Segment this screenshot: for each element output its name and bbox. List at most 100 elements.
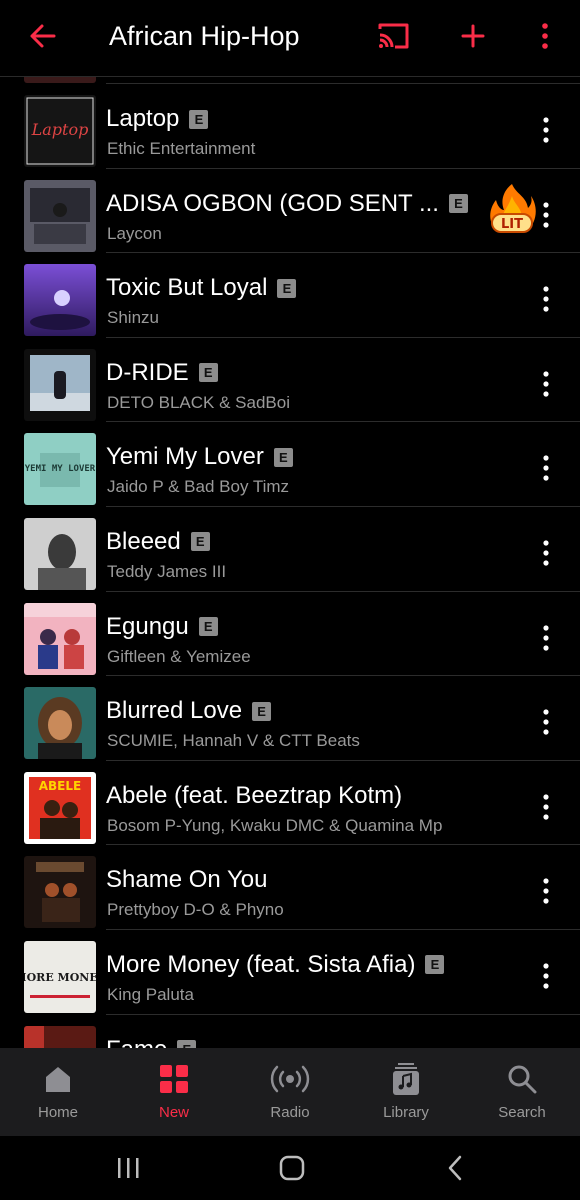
explicit-badge: E [273, 447, 293, 467]
song-row[interactable]: ADISA OGBON (GOD SENT ... E Laycon LIT [0, 169, 580, 254]
tab-label: Search [498, 1104, 546, 1121]
explicit-badge: E [277, 278, 297, 298]
song-more-button[interactable] [526, 364, 566, 404]
song-row[interactable]: YEMI MY LOVER Yemi My Lover E Jaido P & B… [0, 422, 580, 507]
tab-radio[interactable]: Radio [232, 1048, 348, 1136]
song-more-button[interactable] [526, 110, 566, 150]
song-artist: Giftleen & Yemizee [107, 646, 251, 666]
song-title: FameE [106, 1036, 197, 1048]
cast-button[interactable] [371, 14, 415, 58]
more-vertical-icon [543, 201, 549, 228]
tab-label: Radio [270, 1104, 310, 1121]
album-art-text: MORE MONEY [24, 971, 96, 984]
explicit-badge: E [189, 109, 209, 129]
song-title: Laptop E [106, 105, 209, 133]
song-artist: Shinzu [107, 308, 159, 328]
explicit-badge: E [425, 955, 445, 975]
page-title: African Hip-Hop [109, 21, 300, 51]
song-list: Laptop Laptop E Ethic Entertainment ADISA… [0, 77, 580, 1048]
album-art: YEMI MY LOVER [24, 433, 96, 506]
explicit-badge: E [198, 363, 218, 383]
song-artist: Bosom P-Yung, Kwaku DMC & Quamina Mp [107, 815, 443, 835]
song-row[interactable]: Blurred Love E SCUMIE, Hannah V & CTT Bea… [0, 676, 580, 761]
song-more-button[interactable] [526, 618, 566, 658]
song-row[interactable]: Toxic But Loyal E Shinzu [0, 253, 580, 338]
explicit-badge: E [252, 701, 272, 721]
explicit-badge: E [190, 532, 210, 552]
more-vertical-icon [543, 286, 549, 312]
tab-home[interactable]: Home [0, 1048, 116, 1136]
tab-label: Library [383, 1104, 429, 1121]
system-nav-bar [0, 1136, 580, 1200]
more-vertical-icon [543, 709, 549, 735]
add-button[interactable] [451, 14, 495, 58]
tab-search[interactable]: Search [464, 1048, 580, 1136]
album-art [24, 179, 96, 252]
song-title: Toxic But Loyal E [106, 274, 297, 302]
back-nav-icon [448, 1155, 462, 1181]
explicit-badge: E [198, 617, 218, 637]
song-title: More Money (feat. Sista Afia) E [106, 951, 445, 979]
more-vertical-icon [542, 23, 548, 49]
more-vertical-icon [543, 794, 549, 820]
album-art [24, 264, 96, 337]
home-nav-icon [279, 1155, 305, 1181]
song-artist: SCUMIE, Hannah V & CTT Beats [107, 731, 360, 751]
tab-bar: Home New Radio Library Search [0, 1048, 580, 1136]
more-vertical-icon [543, 878, 549, 904]
song-row[interactable]: MORE MONEY More Money (feat. Sista Afia)… [0, 930, 580, 1015]
album-art-text: YEMI MY LOVER [25, 464, 96, 474]
home-nav-button[interactable] [262, 1148, 322, 1188]
tab-new[interactable]: New [116, 1048, 232, 1136]
back-button[interactable] [20, 14, 64, 58]
explicit-badge: E [448, 194, 468, 214]
song-row[interactable]: Egungu E Giftleen & Yemizee [0, 592, 580, 677]
song-title: Bleeed E [106, 528, 210, 556]
song-title: ADISA OGBON (GOD SENT ... E [106, 190, 468, 218]
song-more-button[interactable] [526, 1041, 566, 1048]
album-art-text: Laptop [31, 120, 89, 139]
song-row[interactable]: D-RIDE E DETO BLACK & SadBoi [0, 338, 580, 423]
back-nav-button[interactable] [425, 1148, 485, 1188]
recent-apps-button[interactable] [98, 1148, 158, 1188]
new-grid-icon [160, 1065, 188, 1093]
album-art [24, 856, 96, 929]
more-vertical-icon [543, 624, 549, 651]
more-vertical-icon [543, 371, 549, 397]
song-more-button[interactable] [526, 533, 566, 573]
search-icon [508, 1065, 537, 1094]
song-title: Egungu E [106, 613, 218, 641]
album-art [24, 348, 96, 421]
song-more-button[interactable] [526, 195, 566, 235]
song-artist: Laycon [107, 223, 162, 243]
cast-icon [378, 23, 409, 49]
explicit-badge: E [177, 1040, 197, 1048]
song-more-button[interactable] [526, 871, 566, 911]
song-more-button[interactable] [526, 279, 566, 319]
song-artist: DETO BLACK & SadBoi [107, 392, 290, 412]
song-row[interactable]: ABELE Abele (feat. Beeztrap Kotm) Bosom … [0, 761, 580, 846]
song-artist: Prettyboy D-O & Phyno [107, 900, 284, 920]
song-more-button[interactable] [526, 702, 566, 742]
album-art: MORE MONEY [24, 940, 96, 1013]
song-row[interactable]: Shame On You Prettyboy D-O & Phyno [0, 845, 580, 930]
song-title: D-RIDE E [106, 359, 218, 387]
recent-apps-icon [118, 1158, 139, 1178]
more-vertical-icon [543, 117, 549, 143]
song-title: Shame On You [106, 866, 268, 894]
header-more-button[interactable] [523, 14, 567, 58]
song-artist: Ethic Entertainment [107, 139, 256, 158]
song-more-button[interactable] [526, 448, 566, 488]
song-more-button[interactable] [526, 787, 566, 827]
tab-label: Home [37, 1104, 78, 1121]
lit-sticker-text: LIT [501, 217, 523, 232]
song-more-button[interactable] [526, 956, 566, 996]
tab-library[interactable]: Library [348, 1048, 464, 1136]
song-row[interactable]: FameE [0, 1015, 580, 1048]
song-row[interactable]: Bleeed E Teddy James III [0, 507, 580, 592]
song-row[interactable]: Laptop Laptop E Ethic Entertainment [0, 84, 580, 169]
song-artist: Teddy James III [107, 561, 227, 581]
more-vertical-icon [543, 540, 549, 566]
library-icon [393, 1063, 419, 1095]
tab-label: New [158, 1104, 189, 1121]
